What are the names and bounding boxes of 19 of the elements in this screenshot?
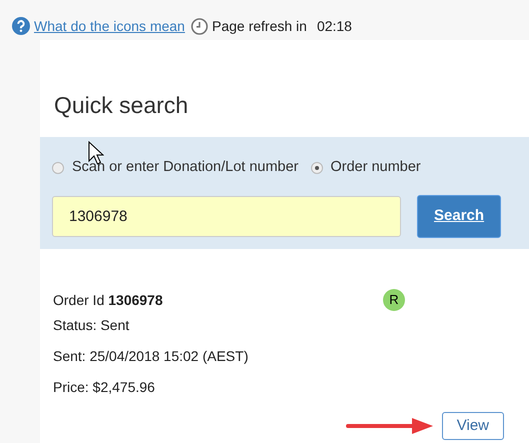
section-title: Quick search — [54, 91, 190, 120]
radio-label: Scan or enter Donation/Lot number — [72, 158, 298, 177]
status-badge: R — [383, 289, 405, 311]
search-button[interactable]: Search — [417, 194, 502, 238]
help-link[interactable]: What do the icons mean — [34, 16, 185, 36]
radio-label: Order number — [330, 158, 421, 177]
sent-date: Sent: 25/04/2018 15:02 (AEST) — [53, 347, 250, 366]
order-id: Order Id 1306978 — [53, 290, 164, 310]
radio-button[interactable] — [52, 162, 64, 174]
arrow-icon — [346, 417, 434, 435]
view-button[interactable]: View — [442, 412, 504, 440]
refresh-label: Page refresh in — [212, 16, 307, 36]
radio-button[interactable] — [310, 162, 322, 174]
search-field[interactable]: 1306978 — [52, 196, 401, 237]
refresh-timer: 02:18 — [316, 16, 352, 36]
help-icon — [12, 17, 30, 35]
clock-icon — [190, 18, 208, 34]
order-status: Status: Sent — [53, 316, 130, 335]
order-price: Price: $2,475.96 — [53, 378, 156, 397]
